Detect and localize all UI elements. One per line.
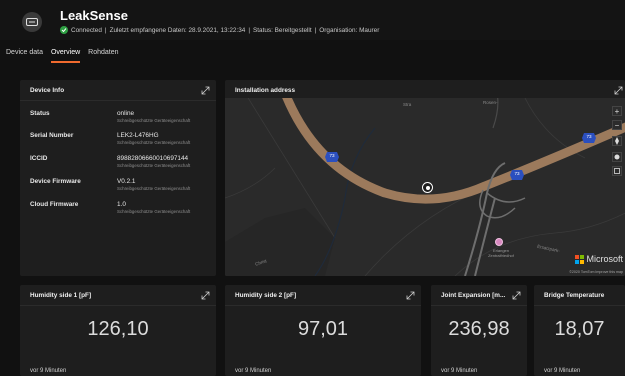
connection-status: Connected <box>71 26 102 34</box>
metric-card-humidity-side-1: Humidity side 1 [pF] 126,10 vor 9 Minute… <box>20 285 216 376</box>
tab-device-data[interactable]: Device data <box>2 46 47 66</box>
metric-card-humidity-side-2: Humidity side 2 [pF] 97,01 vor 9 Minuten <box>225 285 421 376</box>
card-title: Bridge Temperature <box>544 292 605 299</box>
zoom-out-button[interactable]: − <box>612 120 622 130</box>
card-title: Joint Expansion [m... <box>441 292 506 299</box>
separator: | <box>248 26 250 34</box>
info-label: Status <box>30 110 50 117</box>
metric-value: 18,07 <box>554 318 605 340</box>
card-title: Humidity side 1 [pF] <box>30 292 92 299</box>
map-street-label: Stra <box>403 102 412 107</box>
metric-timestamp: vor 9 Minuten <box>30 368 67 374</box>
map-street-label: Rosen- <box>483 100 498 105</box>
organisation-text: Organisation: Maurer <box>319 26 380 34</box>
tab-overview[interactable]: Overview <box>47 46 84 66</box>
zoom-in-button[interactable]: + <box>612 106 622 116</box>
divider <box>225 305 421 306</box>
metric-card-bridge-temperature: Bridge Temperature 18,07 vor 9 Minuten <box>534 285 625 376</box>
metric-timestamp: vor 9 Minuten <box>441 368 478 374</box>
tab-rohdaten[interactable]: Rohdaten <box>84 46 122 66</box>
poi-label-line: Zentralfriedhof <box>488 253 514 258</box>
road-badge-label: 73 <box>514 171 520 176</box>
device-status-text: Status: Bereitgestellt <box>253 26 312 34</box>
header: LeakSense Connected | Zuletzt empfangene… <box>0 0 625 40</box>
expand-icon[interactable] <box>201 291 210 300</box>
expand-icon[interactable] <box>614 86 623 95</box>
installation-address-card: Installation address 73 73 73 Erlangen Z… <box>225 80 625 276</box>
info-value: LEK2-L476HG <box>117 132 159 139</box>
metric-card-joint-expansion: Joint Expansion [m... 236,98 vor 9 Minut… <box>431 285 527 376</box>
metric-value: 97,01 <box>297 318 349 340</box>
info-label: Serial Number <box>30 132 74 139</box>
metric-value: 126,10 <box>87 318 149 340</box>
microsoft-logo-text: Microsoft <box>586 254 623 264</box>
last-received-text: Zuletzt empfangene Daten: 28.9.2021, 13:… <box>109 26 246 34</box>
info-value: V0.2.1 <box>117 178 136 185</box>
check-circle-icon <box>60 26 68 34</box>
fullscreen-icon[interactable] <box>612 166 622 176</box>
location-pin-icon[interactable] <box>422 182 433 193</box>
device-icon <box>22 12 42 32</box>
divider <box>534 305 625 306</box>
page-title: LeakSense <box>60 8 128 23</box>
map-style-icon[interactable] <box>612 152 622 162</box>
road-badge-label: 73 <box>329 153 335 158</box>
device-info-card: Device Info Status online Schreibgeschüt… <box>20 80 216 276</box>
compass-icon[interactable] <box>612 136 622 146</box>
info-sub: Schreibgeschützte Geräteeigenschaft <box>117 118 191 123</box>
info-label: Device Firmware <box>30 178 81 185</box>
poi-icon <box>495 238 503 246</box>
status-line: Connected | Zuletzt empfangene Daten: 28… <box>60 26 379 34</box>
info-sub: Schreibgeschützte Geräteeigenschaft <box>117 209 191 214</box>
card-title: Device Info <box>30 87 65 94</box>
info-value: online <box>117 110 135 117</box>
poi-label: Erlangen Zentralfriedhof <box>483 248 519 258</box>
metric-timestamp: vor 9 Minuten <box>544 368 581 374</box>
metric-timestamp: vor 9 Minuten <box>235 368 272 374</box>
info-sub: Schreibgeschützte Geräteeigenschaft <box>117 140 191 145</box>
info-sub: Schreibgeschützte Geräteeigenschaft <box>117 186 191 191</box>
info-value: 89882806660010697144 <box>117 155 189 162</box>
expand-icon[interactable] <box>406 291 415 300</box>
microsoft-logo-icon <box>575 254 585 264</box>
divider <box>20 100 216 101</box>
divider <box>431 305 527 306</box>
road-badge-label: 73 <box>586 134 592 139</box>
microsoft-logo: Microsoft <box>575 254 623 264</box>
tab-bar: Device data Overview Rohdaten <box>0 46 123 66</box>
separator: | <box>314 26 317 34</box>
info-label: Cloud Firmware <box>30 201 79 208</box>
expand-icon[interactable] <box>512 291 521 300</box>
card-title: Humidity side 2 [pF] <box>235 292 297 299</box>
info-value: 1.0 <box>117 201 126 208</box>
card-title: Installation address <box>235 87 296 94</box>
map-attribution[interactable]: ©2020 TomTom Improve this map <box>569 270 623 274</box>
metric-value: 236,98 <box>448 318 510 340</box>
map[interactable]: 73 73 73 Erlangen Zentralfriedhof Rosen-… <box>225 98 625 276</box>
info-sub: Schreibgeschützte Geräteeigenschaft <box>117 163 191 168</box>
info-label: ICCID <box>30 155 48 162</box>
divider <box>20 305 216 306</box>
expand-icon[interactable] <box>201 86 210 95</box>
separator: | <box>104 26 107 34</box>
